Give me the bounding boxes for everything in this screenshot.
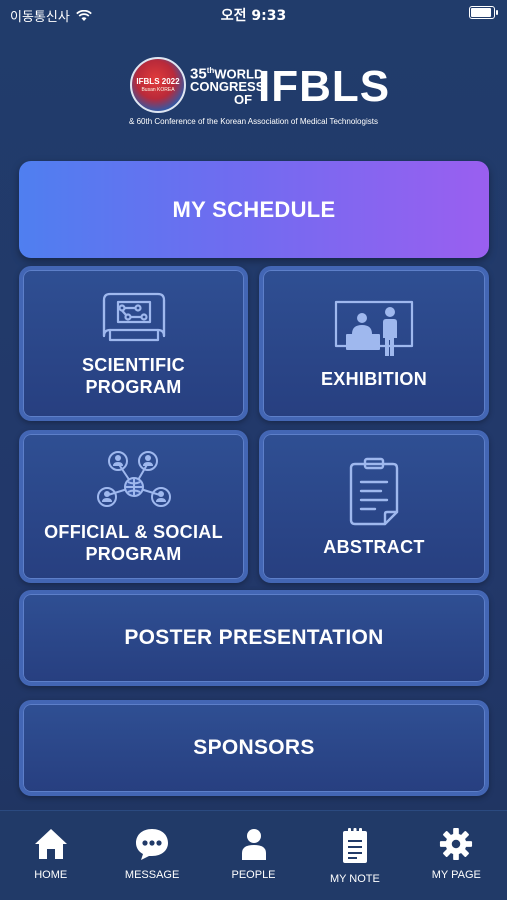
tab-people-label: PEOPLE <box>231 869 276 881</box>
person-icon <box>241 829 266 860</box>
tab-message[interactable]: MESSAGE <box>101 811 202 900</box>
congress-subtitle: & 60th Conference of the Korean Associat… <box>129 117 378 126</box>
brand-title: IFBLS <box>258 62 391 111</box>
congress-logo: IFBLS 2022 Busan KOREA 35thWORLD CONGRES… <box>0 55 507 135</box>
emblem-city: Busan KOREA <box>141 87 175 93</box>
official-label-line2: PROGRAM <box>85 543 182 564</box>
tab-home[interactable]: HOME <box>0 811 101 900</box>
exhibition-booth-icon <box>334 300 414 356</box>
gear-icon <box>440 827 473 861</box>
scientific-label-line2: PROGRAM <box>85 376 182 397</box>
world-congress-text: 35thWORLD CONGRESS OF <box>190 64 264 106</box>
abstract-button[interactable]: ABSTRACT <box>259 430 489 583</box>
official-social-program-button[interactable]: OFFICIAL & SOCIAL PROGRAM <box>19 430 248 583</box>
network-people-icon <box>96 450 171 507</box>
status-bar: 이동통신사 오전 9:33 <box>0 0 507 30</box>
tab-people[interactable]: PEOPLE <box>203 811 304 900</box>
tab-my-note-label: MY NOTE <box>329 873 380 885</box>
message-icon <box>136 829 169 860</box>
poster-presentation-button[interactable]: POSTER PRESENTATION <box>19 590 489 686</box>
home-icon <box>34 829 67 859</box>
clipboard-icon <box>349 457 399 525</box>
abstract-label: ABSTRACT <box>323 536 425 557</box>
poster-label: POSTER PRESENTATION <box>124 626 384 649</box>
sponsors-button[interactable]: SPONSORS <box>19 700 489 796</box>
world-line3: OF <box>234 92 253 108</box>
congress-emblem: IFBLS 2022 Busan KOREA <box>130 57 186 113</box>
official-label-line1: OFFICIAL & SOCIAL <box>44 521 223 542</box>
my-schedule-label: MY SCHEDULE <box>172 196 336 222</box>
scientific-label-line1: SCIENTIFIC <box>81 354 185 375</box>
emblem-year: IFBLS 2022 <box>136 77 180 86</box>
battery-icon <box>469 6 498 19</box>
world-line2: CONGRESS <box>190 79 265 95</box>
blueprint-icon <box>102 292 165 341</box>
note-icon <box>342 828 367 863</box>
tab-my-page-label: MY PAGE <box>431 869 481 881</box>
status-time: 오전 9:33 <box>220 8 287 24</box>
tab-home-label: HOME <box>34 869 68 881</box>
sponsors-label: SPONSORS <box>193 736 315 759</box>
scientific-program-button[interactable]: SCIENTIFIC PROGRAM <box>19 266 248 421</box>
bottom-tab-bar: HOME MESSAGE PEOPLE MY NOTE MY PAGE <box>0 810 507 900</box>
my-schedule-button[interactable]: MY SCHEDULE <box>19 161 489 258</box>
tab-my-page[interactable]: MY PAGE <box>406 811 507 900</box>
exhibition-label: EXHIBITION <box>320 368 427 389</box>
exhibition-button[interactable]: EXHIBITION <box>259 266 489 421</box>
tab-message-label: MESSAGE <box>124 869 180 881</box>
tab-my-note[interactable]: MY NOTE <box>304 811 405 900</box>
